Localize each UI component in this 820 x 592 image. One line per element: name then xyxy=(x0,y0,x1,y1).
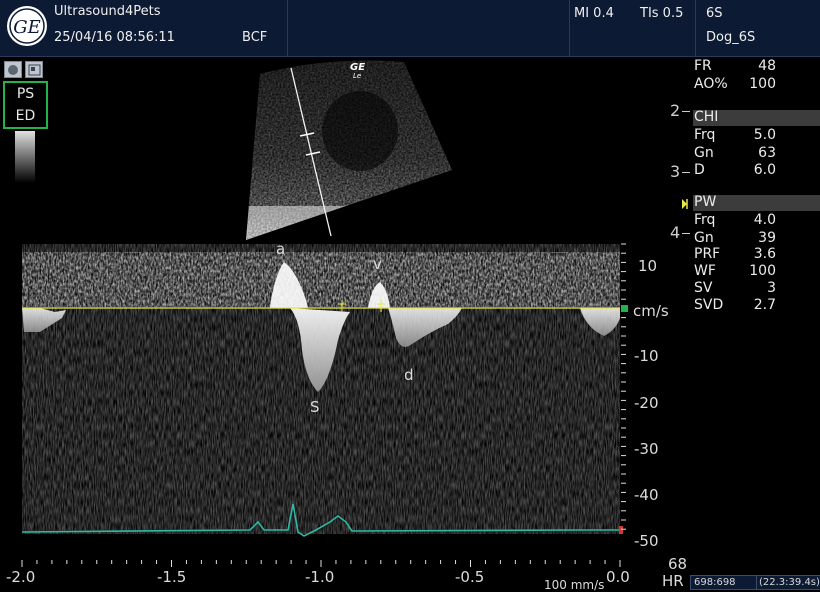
depth-mark: 3 xyxy=(670,162,681,181)
chi-d-value: 6.0 xyxy=(753,162,776,178)
layout-button[interactable] xyxy=(25,61,43,78)
frame-counter: 698:698 xyxy=(690,575,757,590)
wave-label-d: d xyxy=(404,366,414,384)
upper-band xyxy=(22,252,620,307)
chi-title: CHI xyxy=(694,109,719,125)
depth-tick xyxy=(682,111,690,112)
ed-label[interactable]: ED xyxy=(5,105,46,127)
bmode-sector-image: GE Le xyxy=(246,60,452,240)
hr-label: HR xyxy=(662,572,684,590)
wave-label-s: S xyxy=(310,398,320,416)
tis-readout: TIs 0.5 xyxy=(640,6,684,21)
velocity-tick--50: -50 xyxy=(634,532,659,550)
exam-datetime: 25/04/16 08:56:11 xyxy=(54,30,175,45)
grayscale-bar xyxy=(15,131,35,183)
pw-title: PW xyxy=(694,194,717,210)
velocity-unit: cm/s xyxy=(633,302,669,320)
pw-frq-value: 4.0 xyxy=(753,212,776,228)
param-label-fr: FR xyxy=(694,58,712,74)
pw-frq-label: Frq xyxy=(694,212,716,228)
layout-icon xyxy=(28,64,40,75)
ecg-marker xyxy=(619,526,623,534)
depth-tick xyxy=(682,233,690,234)
velocity-tick-10: 10 xyxy=(638,257,658,275)
preset-code: BCF xyxy=(242,30,268,45)
cine-time-counter: (22.3:39.4s) xyxy=(756,575,820,590)
probe-name: 6S xyxy=(706,6,723,21)
time-tick: 0.0 xyxy=(606,568,630,586)
header-divider xyxy=(287,0,288,56)
mi-readout: MI 0.4 xyxy=(574,6,614,21)
param-value-ao: 100 xyxy=(749,76,776,92)
logo-text: GE xyxy=(13,17,41,38)
record-button[interactable] xyxy=(4,61,22,78)
pw-sv-value: 3 xyxy=(767,280,776,296)
pw-prf-value: 3.6 xyxy=(753,246,776,262)
time-tick: -2.0 xyxy=(6,568,36,586)
doppler-spectrum xyxy=(21,243,628,568)
depth-mark: 2 xyxy=(670,101,681,120)
focus-marker-icon[interactable] xyxy=(681,198,693,210)
circle-icon xyxy=(8,64,18,75)
velocity-tick--10: -10 xyxy=(634,347,659,365)
wave-label-a: a xyxy=(276,240,286,258)
ps-ed-selector[interactable]: PS ED xyxy=(3,81,48,129)
velocity-tick--40: -40 xyxy=(634,486,659,504)
param-label-ao: AO% xyxy=(694,76,728,92)
velocity-tick--30: -30 xyxy=(634,440,659,458)
depth-tick xyxy=(682,172,690,173)
mode-controls xyxy=(4,61,43,78)
chi-frq-label: Frq xyxy=(694,127,716,143)
preset-name: Dog_6S xyxy=(706,30,756,45)
param-value-fr: 48 xyxy=(758,58,776,74)
chi-frq-value: 5.0 xyxy=(753,127,776,143)
velocity-tick--20: -20 xyxy=(634,394,659,412)
pw-svd-label: SVD xyxy=(694,297,724,313)
app-name: Ultrasound4Pets xyxy=(54,4,161,19)
time-tick: -1.0 xyxy=(305,568,335,586)
pw-svd-value: 2.7 xyxy=(753,297,776,313)
pw-wf-value: 100 xyxy=(749,263,776,279)
header-divider xyxy=(569,0,570,56)
pw-gn-label: Gn xyxy=(694,230,714,246)
header-divider xyxy=(695,0,696,56)
pw-wf-label: WF xyxy=(694,263,716,279)
pw-gn-value: 39 xyxy=(758,230,776,246)
chi-d-label: D xyxy=(694,162,705,178)
pw-prf-label: PRF xyxy=(694,246,721,262)
hr-value: 68 xyxy=(668,555,688,573)
pw-sv-label: SV xyxy=(694,280,713,296)
image-brand-sub: Le xyxy=(353,72,361,80)
baseline-marker[interactable] xyxy=(621,305,628,312)
time-tick: -1.5 xyxy=(157,568,187,586)
ps-label[interactable]: PS xyxy=(5,83,46,105)
time-tick: -0.5 xyxy=(455,568,485,586)
chi-gn-label: Gn xyxy=(694,145,714,161)
ge-logo: GE xyxy=(7,6,47,46)
wave-label-v: v xyxy=(373,255,382,273)
velocity-axis xyxy=(621,243,626,530)
chi-gn-value: 63 xyxy=(758,145,776,161)
